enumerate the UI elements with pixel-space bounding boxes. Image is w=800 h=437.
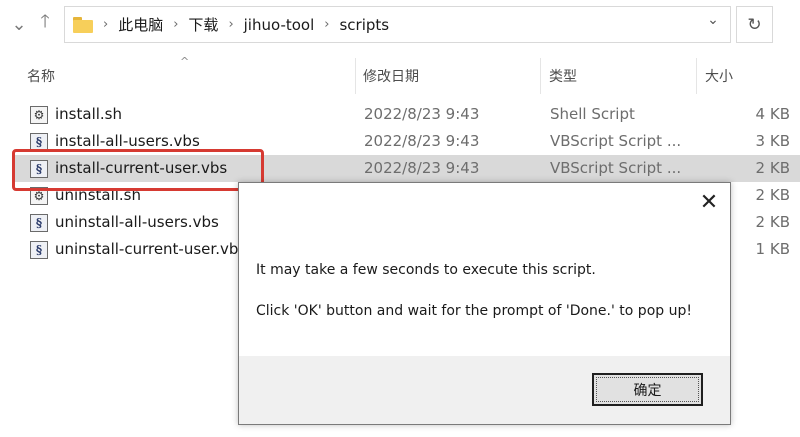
file-name: install.sh	[55, 105, 122, 123]
close-icon[interactable]: ✕	[696, 189, 722, 215]
refresh-icon[interactable]: ↻	[736, 6, 773, 43]
dialog-footer: 确定	[239, 356, 730, 424]
file-size: 1 KB	[755, 240, 790, 258]
vbscript-icon: §	[30, 214, 48, 232]
file-size: 2 KB	[755, 186, 790, 204]
chevron-right-icon[interactable]: ›	[324, 17, 329, 32]
file-size: 4 KB	[755, 105, 790, 123]
breadcrumb-item-this-pc[interactable]: 此电脑	[118, 14, 163, 35]
file-type: Shell Script	[550, 105, 635, 123]
message-dialog: ✕ It may take a few seconds to execute t…	[238, 182, 731, 425]
column-divider[interactable]	[540, 58, 541, 94]
dialog-message: It may take a few seconds to execute thi…	[256, 262, 596, 278]
file-type: VBScript Script ...	[550, 132, 682, 150]
file-name: uninstall-current-user.vbs	[55, 240, 247, 258]
column-name[interactable]: 名称	[27, 58, 55, 94]
column-date[interactable]: 修改日期	[363, 58, 419, 94]
column-size[interactable]: 大小	[705, 58, 733, 94]
ok-button[interactable]: 确定	[592, 373, 703, 406]
file-date: 2022/8/23 9:43	[364, 159, 480, 177]
column-type[interactable]: 类型	[549, 58, 577, 94]
file-size: 2 KB	[755, 213, 790, 231]
breadcrumb-item-jihuo-tool[interactable]: jihuo-tool	[244, 16, 315, 34]
shell-script-icon: ⚙	[30, 106, 48, 124]
column-header: ^ 名称 修改日期 类型 大小	[0, 55, 800, 94]
folder-icon	[73, 16, 93, 33]
up-arrow-icon[interactable]: 🡑	[34, 11, 56, 36]
file-date: 2022/8/23 9:43	[364, 105, 480, 123]
sort-ascending-icon: ^	[180, 55, 190, 68]
address-bar[interactable]: › 此电脑 › 下载 › jihuo-tool › scripts	[64, 6, 731, 43]
highlight-box	[12, 149, 264, 191]
navigation-bar: ⌄ 🡑 › 此电脑 › 下载 › jihuo-tool › scripts ⌄ …	[0, 0, 800, 50]
breadcrumb-item-downloads[interactable]: 下载	[188, 14, 218, 35]
dialog-message: Click 'OK' button and wait for the promp…	[256, 303, 692, 319]
file-name: install-all-users.vbs	[55, 132, 200, 150]
chevron-down-icon[interactable]: ⌄	[8, 12, 30, 36]
column-divider[interactable]	[355, 58, 356, 94]
file-name: uninstall-all-users.vbs	[55, 213, 219, 231]
chevron-right-icon[interactable]: ›	[173, 17, 178, 32]
file-size: 2 KB	[755, 159, 790, 177]
chevron-right-icon[interactable]: ›	[103, 17, 108, 32]
breadcrumb-item-scripts[interactable]: scripts	[339, 16, 389, 34]
file-row[interactable]: ⚙ install.sh 2022/8/23 9:43 Shell Script…	[14, 101, 800, 128]
column-divider[interactable]	[696, 58, 697, 94]
chevron-right-icon[interactable]: ›	[228, 17, 233, 32]
address-dropdown-icon[interactable]: ⌄	[703, 11, 723, 29]
vbscript-icon: §	[30, 241, 48, 259]
file-type: VBScript Script ...	[550, 159, 682, 177]
file-date: 2022/8/23 9:43	[364, 132, 480, 150]
file-size: 3 KB	[755, 132, 790, 150]
